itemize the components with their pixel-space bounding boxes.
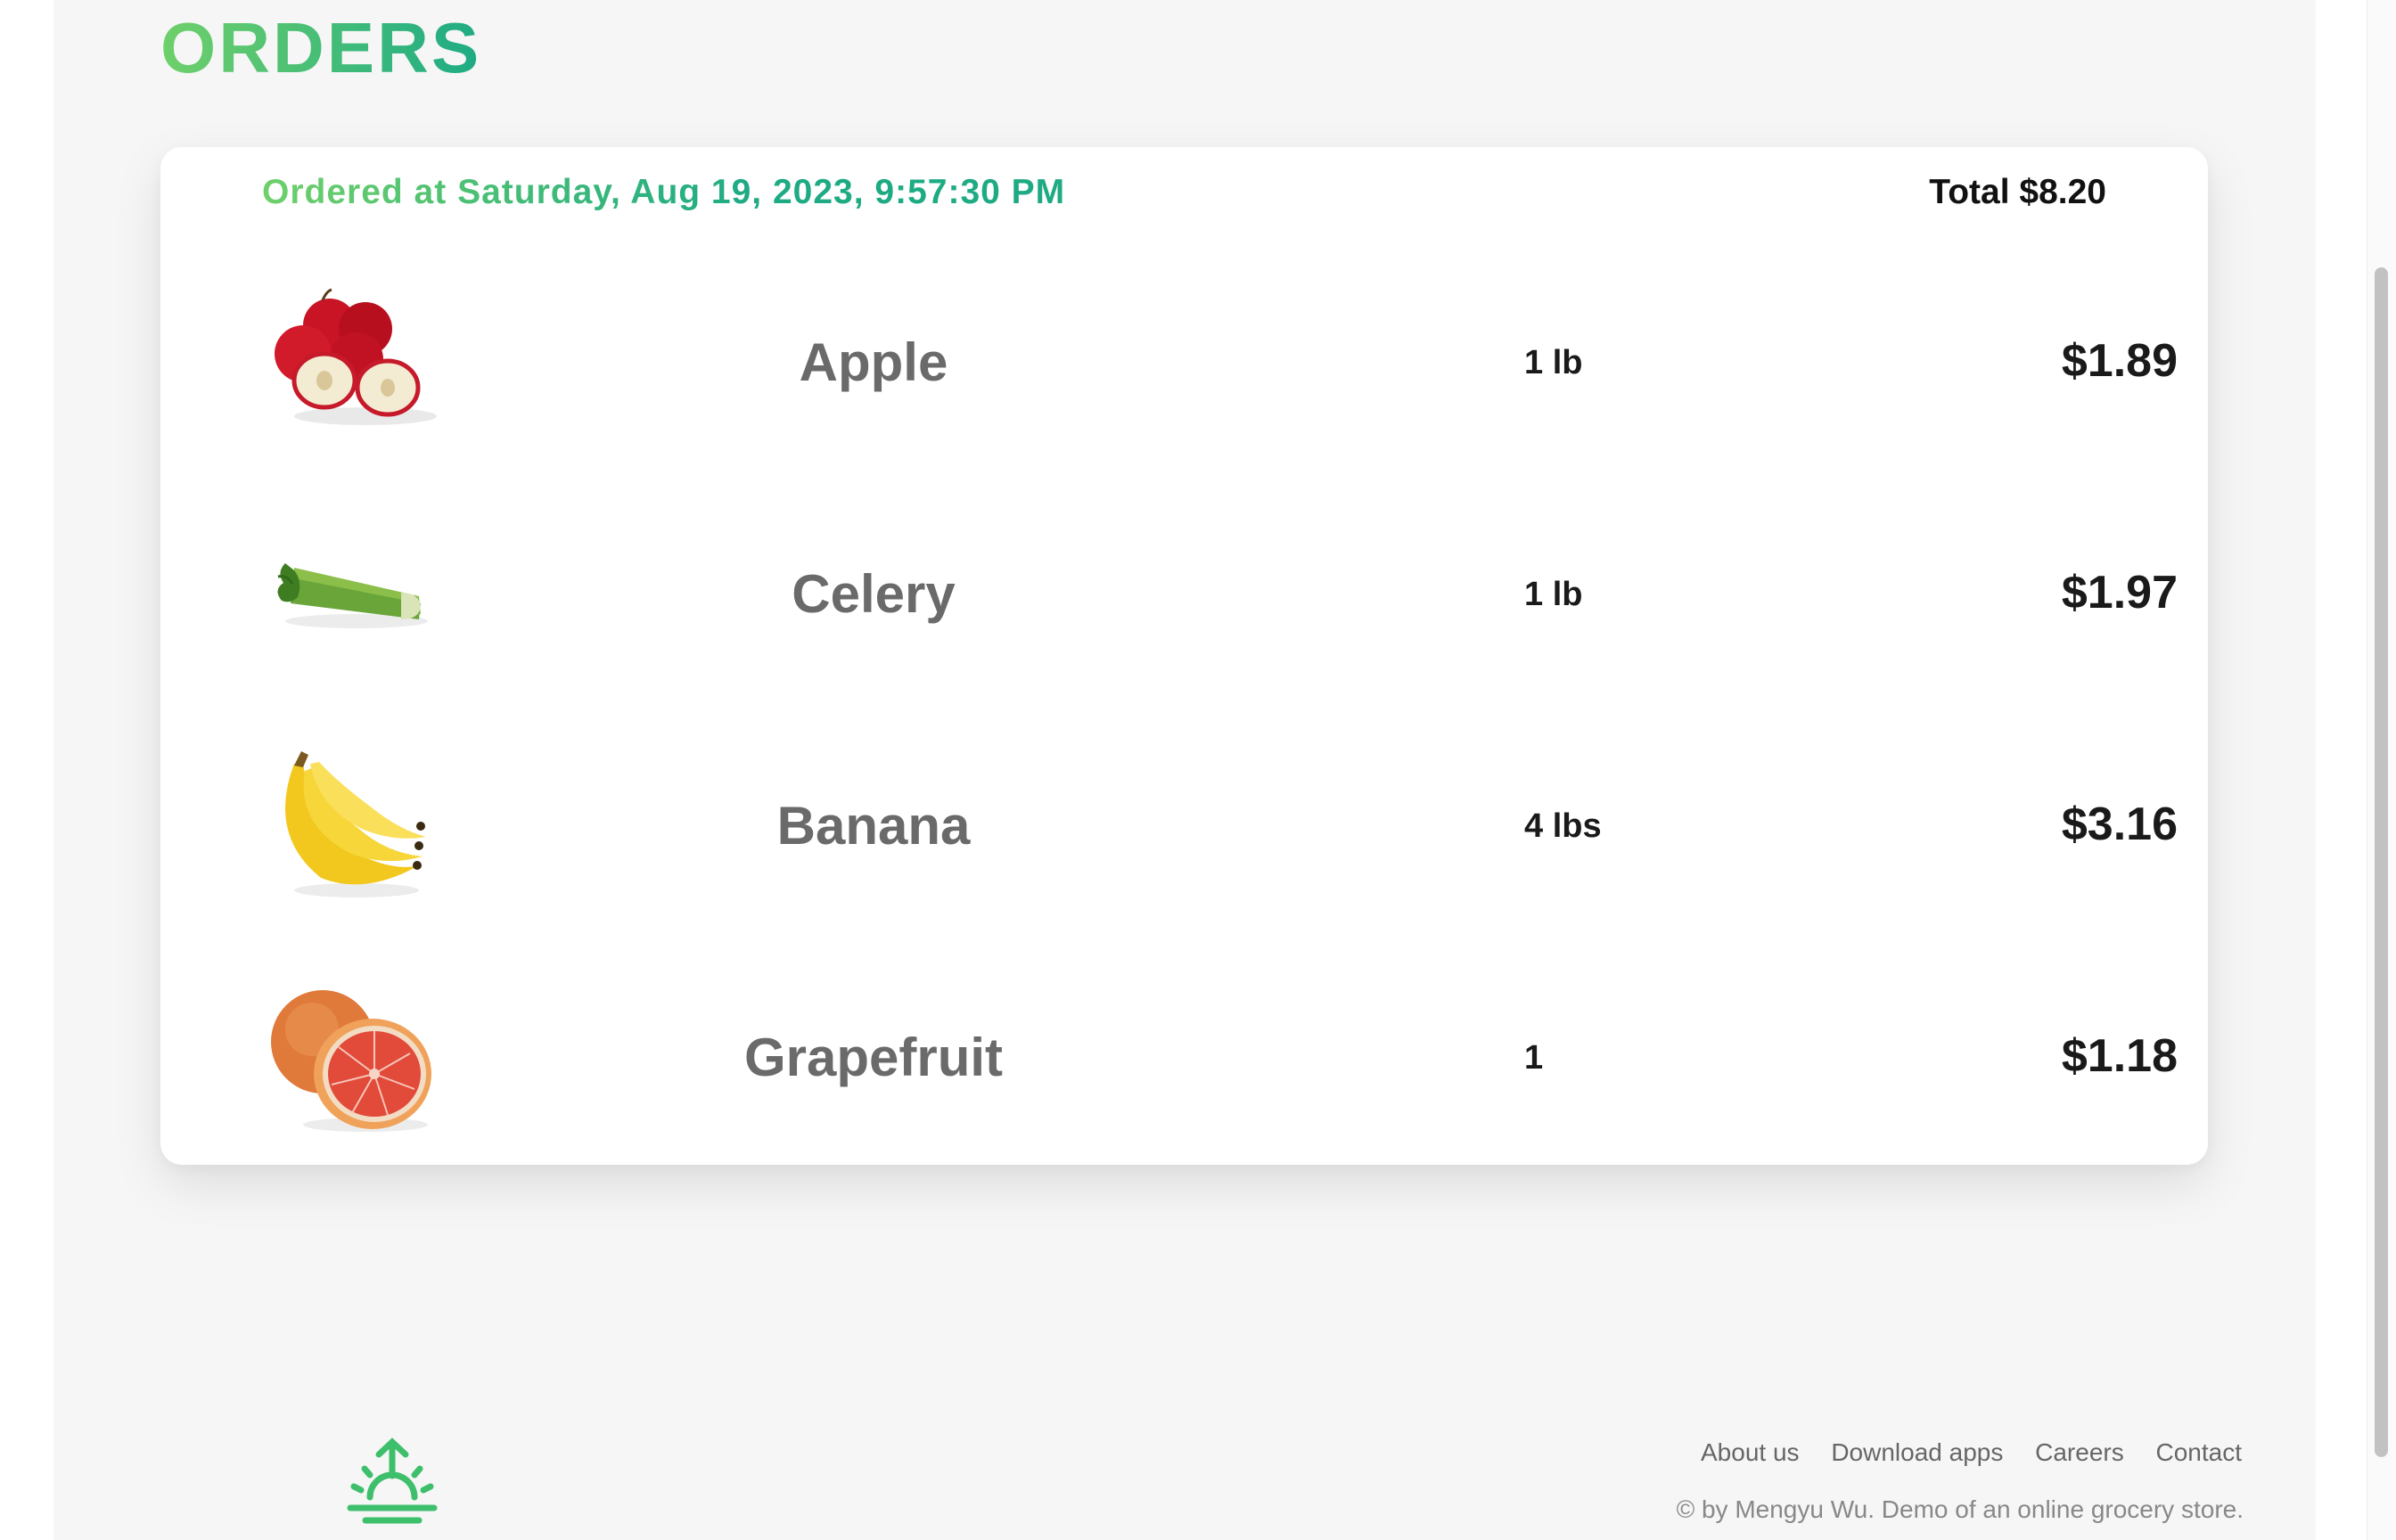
item-price: $1.89 xyxy=(2061,335,2178,387)
copyright-text: © by Mengyu Wu. Demo of an online grocer… xyxy=(1676,1495,2244,1523)
banana-image xyxy=(285,751,426,897)
item-price: $1.18 xyxy=(2061,1030,2178,1082)
page-title: ORDERS xyxy=(160,5,481,91)
item-name: Grapefruit xyxy=(743,1028,1004,1087)
order-card: Ordered at Saturday, Aug 19, 2023, 9:57:… xyxy=(160,147,2208,1165)
item-quantity: 4 lbs xyxy=(1524,807,1602,845)
item-name: Celery xyxy=(792,564,956,624)
footer-link-about[interactable]: About us xyxy=(1701,1438,1800,1466)
footer-nav: About us Download apps Careers Contact xyxy=(1676,1433,2242,1472)
celery-image xyxy=(277,563,428,628)
footer-link-download-apps[interactable]: Download apps xyxy=(1831,1438,2003,1466)
apple-image xyxy=(275,288,437,425)
order-item-row: Banana 4 lbs $3.16 xyxy=(160,737,2208,915)
footer-link-contact[interactable]: Contact xyxy=(2156,1438,2243,1466)
item-price: $3.16 xyxy=(2061,799,2178,850)
item-quantity: 1 lb xyxy=(1524,576,1583,613)
item-name: Apple xyxy=(799,332,948,392)
item-name: Banana xyxy=(776,796,971,856)
scrollbar-thumb[interactable] xyxy=(2375,267,2388,1457)
footer-link-careers[interactable]: Careers xyxy=(2035,1438,2124,1466)
order-timestamp: Ordered at Saturday, Aug 19, 2023, 9:57:… xyxy=(262,170,1065,215)
item-quantity: 1 lb xyxy=(1524,344,1583,381)
grapefruit-image xyxy=(271,990,431,1132)
order-total: Total $8.20 xyxy=(1929,173,2106,211)
order-item-row: Grapefruit 1 $1.18 xyxy=(160,969,2208,1147)
sunrise-logo-icon[interactable] xyxy=(343,1435,441,1524)
item-price: $1.97 xyxy=(2061,567,2178,618)
order-item-row: Apple 1 lb $1.89 xyxy=(160,274,2208,452)
item-quantity: 1 xyxy=(1524,1039,1544,1077)
order-item-row: Celery 1 lb $1.97 xyxy=(160,505,2208,684)
